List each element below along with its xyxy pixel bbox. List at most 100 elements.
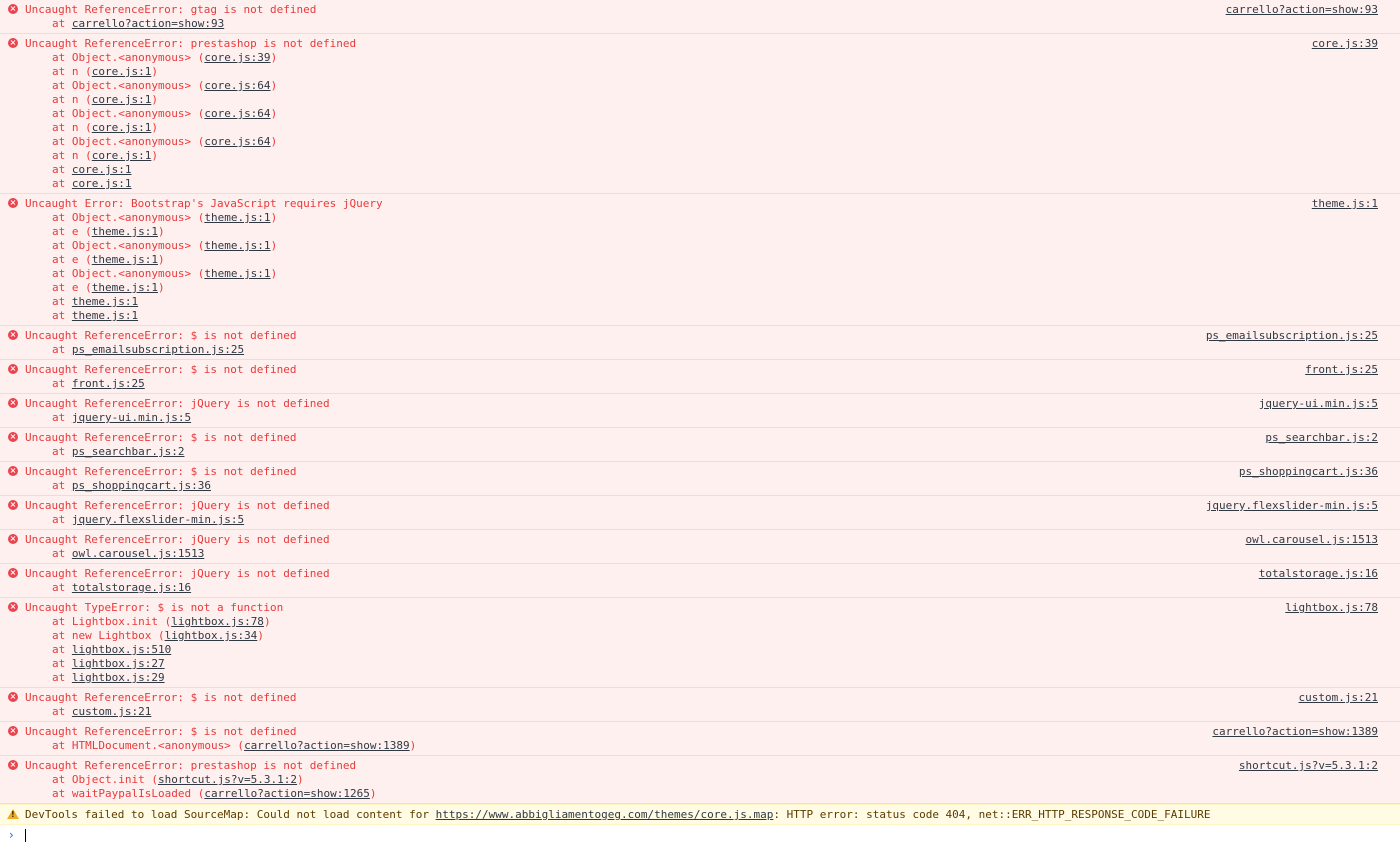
console-error-message: × Uncaught TypeError: $ is not a function… — [0, 598, 1400, 688]
error-circle-icon: × — [8, 726, 18, 736]
stack-frame: at n (core.js:1) — [25, 65, 1378, 79]
stack-frame-suffix: ) — [257, 629, 264, 642]
stack-frame-link[interactable]: core.js:1 — [72, 177, 132, 190]
stack-frame-link[interactable]: lightbox.js:29 — [72, 671, 165, 684]
error-message-text: Uncaught Error: Bootstrap's JavaScript r… — [25, 197, 383, 210]
stack-frame-suffix: ) — [263, 615, 271, 628]
stack-frame-prefix: at n ( — [52, 149, 92, 162]
source-link[interactable]: ps_searchbar.js:2 — [1265, 431, 1378, 445]
stack-frame: at theme.js:1 — [25, 309, 1378, 323]
stack-frame-prefix: at e ( — [52, 253, 92, 266]
stack-frame-link[interactable]: carrello?action=show:93 — [72, 17, 224, 30]
stack-frame-link[interactable]: theme.js:1 — [72, 309, 138, 322]
stack-frame-prefix: at — [52, 479, 72, 492]
error-message-text: Uncaught ReferenceError: jQuery is not d… — [25, 533, 330, 546]
source-link[interactable]: owl.carousel.js:1513 — [1246, 533, 1378, 547]
stack-frame-link[interactable]: core.js:64 — [204, 79, 270, 92]
stack-frame-link[interactable]: core.js:1 — [92, 93, 152, 106]
stack-frame-prefix: at e ( — [52, 225, 92, 238]
stack-frame: at theme.js:1 — [25, 295, 1378, 309]
stack-frame-link[interactable]: theme.js:1 — [204, 267, 270, 280]
source-link[interactable]: front.js:25 — [1305, 363, 1378, 377]
error-message-text: Uncaught ReferenceError: $ is not define… — [25, 725, 297, 738]
stack-frame-link[interactable]: theme.js:1 — [72, 295, 138, 308]
stack-frame-link[interactable]: core.js:1 — [92, 65, 152, 78]
stack-frame-link[interactable]: theme.js:1 — [92, 253, 158, 266]
stack-frame-link[interactable]: theme.js:1 — [92, 225, 158, 238]
source-link[interactable]: core.js:39 — [1312, 37, 1378, 51]
stack-frame-link[interactable]: front.js:25 — [72, 377, 145, 390]
stack-frame-link[interactable]: jquery-ui.min.js:5 — [72, 411, 191, 424]
error-message-text: Uncaught ReferenceError: $ is not define… — [25, 465, 297, 478]
stack-frame: at totalstorage.js:16 — [25, 581, 1378, 595]
error-message-text: Uncaught ReferenceError: $ is not define… — [25, 363, 297, 376]
stack-frame-link[interactable]: lightbox.js:78 — [171, 615, 264, 628]
source-link[interactable]: jquery-ui.min.js:5 — [1259, 397, 1378, 411]
console-error-message: × Uncaught ReferenceError: $ is not defin… — [0, 722, 1400, 756]
error-circle-icon: × — [8, 500, 18, 510]
stack-frame-link[interactable]: theme.js:1 — [204, 211, 270, 224]
error-message-text: Uncaught ReferenceError: prestashop is n… — [25, 759, 357, 772]
stack-frame: at new Lightbox (lightbox.js:34) — [25, 629, 1378, 643]
error-message-text: Uncaught ReferenceError: $ is not define… — [25, 691, 297, 704]
stack-frame: at lightbox.js:29 — [25, 671, 1378, 685]
stack-frame-link[interactable]: owl.carousel.js:1513 — [72, 547, 204, 560]
stack-frame-link[interactable]: lightbox.js:510 — [72, 643, 171, 656]
console-warning-message: ! DevTools failed to load SourceMap: Cou… — [0, 804, 1400, 825]
stack-frame-suffix: ) — [369, 787, 377, 800]
source-link[interactable]: custom.js:21 — [1299, 691, 1378, 705]
stack-frame-prefix: at — [52, 17, 72, 30]
source-link[interactable]: carrello?action=show:1389 — [1212, 725, 1378, 739]
console-error-message: × Uncaught ReferenceError: gtag is not de… — [0, 0, 1400, 34]
stack-frame-link[interactable]: core.js:1 — [72, 163, 132, 176]
console-prompt[interactable]: › — [0, 825, 1400, 845]
stack-frame-prefix: at — [52, 295, 72, 308]
stack-frame: at n (core.js:1) — [25, 149, 1378, 163]
stack-frame-link[interactable]: carrello?action=show:1265 — [204, 787, 370, 800]
stack-frame-link[interactable]: jquery.flexslider-min.js:5 — [72, 513, 244, 526]
console-messages: × Uncaught ReferenceError: gtag is not de… — [0, 0, 1400, 804]
console-error-message: × Uncaught ReferenceError: $ is not defin… — [0, 428, 1400, 462]
stack-frame-prefix: at Object.<anonymous> ( — [52, 239, 205, 252]
error-message-text: Uncaught TypeError: $ is not a function — [25, 601, 284, 614]
stack-frame-link[interactable]: carrello?action=show:1389 — [244, 739, 410, 752]
stack-frame-link[interactable]: ps_searchbar.js:2 — [72, 445, 185, 458]
source-link[interactable]: theme.js:1 — [1312, 197, 1378, 211]
stack-frame-suffix: ) — [409, 739, 417, 752]
source-link[interactable]: totalstorage.js:16 — [1259, 567, 1378, 581]
stack-frame-link[interactable]: core.js:1 — [92, 121, 152, 134]
stack-frame-link[interactable]: core.js:1 — [92, 149, 152, 162]
stack-frame-link[interactable]: theme.js:1 — [204, 239, 270, 252]
stack-frame-link[interactable]: custom.js:21 — [72, 705, 151, 718]
stack-frame: at Object.<anonymous> (core.js:64) — [25, 107, 1378, 121]
stack-frame-link[interactable]: lightbox.js:34 — [165, 629, 258, 642]
console-error-message: × Uncaught ReferenceError: $ is not defin… — [0, 326, 1400, 360]
error-circle-icon: × — [8, 4, 18, 14]
source-link[interactable]: lightbox.js:78 — [1285, 601, 1378, 615]
console-error-message: × Uncaught ReferenceError: jQuery is not … — [0, 564, 1400, 598]
stack-frame-link[interactable]: ps_shoppingcart.js:36 — [72, 479, 211, 492]
stack-frame-link[interactable]: core.js:39 — [204, 51, 270, 64]
stack-frame-link[interactable]: core.js:64 — [204, 135, 270, 148]
source-link[interactable]: carrello?action=show:93 — [1226, 3, 1378, 17]
stack-frame-prefix: at — [52, 411, 72, 424]
stack-frame-link[interactable]: core.js:64 — [204, 107, 270, 120]
error-circle-icon: × — [8, 330, 18, 340]
stack-frame-prefix: at HTMLDocument.<anonymous> ( — [52, 739, 245, 752]
stack-frame-prefix: at Object.init ( — [52, 773, 158, 786]
source-link[interactable]: jquery.flexslider-min.js:5 — [1206, 499, 1378, 513]
stack-frame-suffix: ) — [151, 149, 158, 162]
source-link[interactable]: shortcut.js?v=5.3.1:2 — [1239, 759, 1378, 773]
stack-frame-link[interactable]: totalstorage.js:16 — [72, 581, 191, 594]
stack-frame: at Object.<anonymous> (theme.js:1) — [25, 239, 1378, 253]
stack-frame-prefix: at — [52, 177, 72, 190]
console-error-message: × Uncaught ReferenceError: jQuery is not … — [0, 530, 1400, 564]
stack-frame-link[interactable]: lightbox.js:27 — [72, 657, 165, 670]
stack-frame-link[interactable]: theme.js:1 — [92, 281, 158, 294]
source-link[interactable]: ps_emailsubscription.js:25 — [1206, 329, 1378, 343]
stack-frame-link[interactable]: shortcut.js?v=5.3.1:2 — [158, 773, 297, 786]
source-link[interactable]: ps_shoppingcart.js:36 — [1239, 465, 1378, 479]
warning-url-link[interactable]: https://www.abbigliamentogeg.com/themes/… — [436, 808, 774, 821]
stack-frame-link[interactable]: ps_emailsubscription.js:25 — [72, 343, 244, 356]
stack-frame-suffix: ) — [157, 281, 165, 294]
